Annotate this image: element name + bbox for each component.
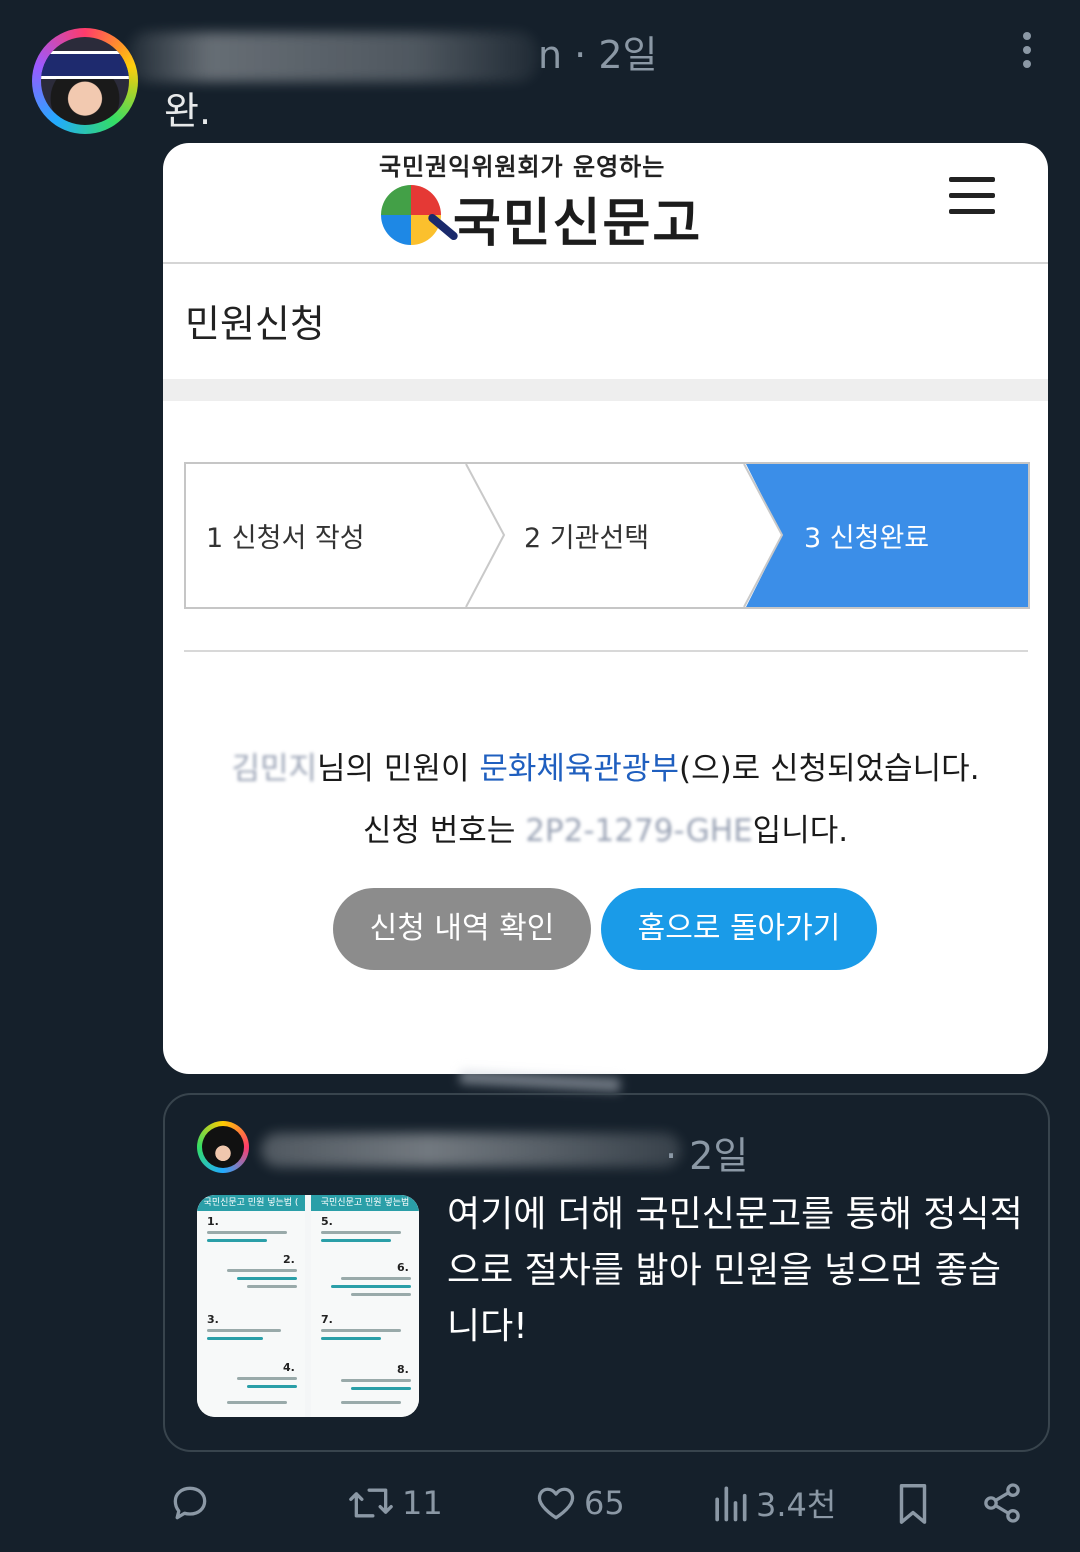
like-count: 65 (584, 1484, 625, 1522)
thumb-step: 2. (283, 1253, 295, 1266)
thumb-step: 4. (283, 1361, 295, 1374)
applicant-name-redacted: 김민지 (231, 751, 318, 787)
message-part-2: (으)로 신청되었습니다. (678, 751, 980, 787)
step-chevron-2 (743, 464, 784, 607)
quoted-tweet-text: 여기에 더해 국민신문고를 통해 정식적으로 절차를 밟아 민원을 넣으면 좋습… (447, 1194, 1023, 1347)
quoted-author-name-redacted[interactable] (261, 1133, 681, 1167)
share-icon (984, 1483, 1020, 1523)
views-bar-chart-icon (715, 1486, 747, 1522)
application-number-message: 신청 번호는 2P2-1279-GHE입니다. (163, 805, 1048, 850)
more-options-icon[interactable] (1016, 32, 1038, 68)
content-divider (184, 650, 1028, 652)
bookmark-icon (899, 1484, 927, 1524)
step-indicator: 1 신청서 작성 2 기관선택 3 신청완료 (184, 462, 1030, 609)
views-button[interactable]: 3.4천 (710, 1478, 836, 1528)
site-logo-text: 국민신문고 (453, 193, 703, 254)
site-subtitle: 국민권익위원회가 운영하는 (379, 153, 666, 181)
thumb-step: 3. (207, 1313, 219, 1326)
reply-button[interactable] (168, 1478, 212, 1528)
step-2-label: 2 기관선택 (524, 523, 650, 554)
share-button[interactable] (980, 1478, 1024, 1528)
application-number-redacted: 2P2-1279-GHE (525, 813, 753, 849)
step-chevron-1 (465, 464, 506, 607)
view-count: 3.4천 (756, 1486, 837, 1524)
thumb-step: 8. (397, 1363, 409, 1376)
reply-icon (173, 1486, 207, 1520)
go-home-button[interactable]: 홈으로 돌아가기 (601, 888, 877, 970)
quoted-author-avatar[interactable] (197, 1121, 249, 1173)
quoted-tweet[interactable]: · 2일 국민신문고 민원 넣는법 ( 1. 2. 3. 4. 국민신문고 민원… (163, 1093, 1050, 1452)
thumb-header-left: 국민신문고 민원 넣는법 ( (197, 1195, 305, 1211)
thumb-header-right: 국민신문고 민원 넣는법 (311, 1195, 419, 1211)
step-3-label: 3 신청완료 (804, 523, 930, 554)
attached-screenshot[interactable]: 국민권익위원회가 운영하는 국민신문고 민원신청 1 신청서 작성 2 기관선택… (163, 143, 1048, 1074)
thumb-step: 7. (321, 1313, 333, 1326)
thumb-step: 1. (207, 1215, 219, 1228)
retweet-count: 11 (402, 1484, 443, 1522)
thumb-step: 5. (321, 1215, 333, 1228)
heart-icon (537, 1487, 575, 1520)
step-1-label: 1 신청서 작성 (206, 523, 365, 554)
hamburger-menu-icon (949, 177, 995, 215)
page-title: 민원신청 (185, 302, 325, 346)
section-band (163, 379, 1048, 401)
post-text: 완. (164, 89, 212, 133)
quoted-post-time: · 2일 (665, 1134, 749, 1178)
completion-message: 김민지님의 민원이 문화체육관광부(으)로 신청되었습니다. (163, 743, 1048, 788)
number-suffix: 입니다. (752, 813, 849, 849)
thumb-step: 6. (397, 1261, 409, 1274)
header-divider (163, 262, 1048, 264)
message-part-1: 님의 민원이 (317, 751, 480, 787)
number-prefix: 신청 번호는 (362, 813, 526, 849)
bookmark-button[interactable] (892, 1478, 934, 1528)
agency-name: 문화체육관광부 (479, 751, 679, 787)
author-avatar[interactable] (32, 28, 138, 134)
post-time: n · 2일 (538, 33, 658, 77)
view-history-button[interactable]: 신청 내역 확인 (333, 888, 591, 970)
retweet-button[interactable]: 11 (346, 1478, 443, 1528)
quoted-image-thumbnail[interactable]: 국민신문고 민원 넣는법 ( 1. 2. 3. 4. 국민신문고 민원 넣는법 … (197, 1195, 419, 1417)
author-name-redacted[interactable] (128, 32, 538, 82)
like-button[interactable]: 65 (534, 1478, 625, 1528)
retweet-icon (349, 1488, 393, 1518)
